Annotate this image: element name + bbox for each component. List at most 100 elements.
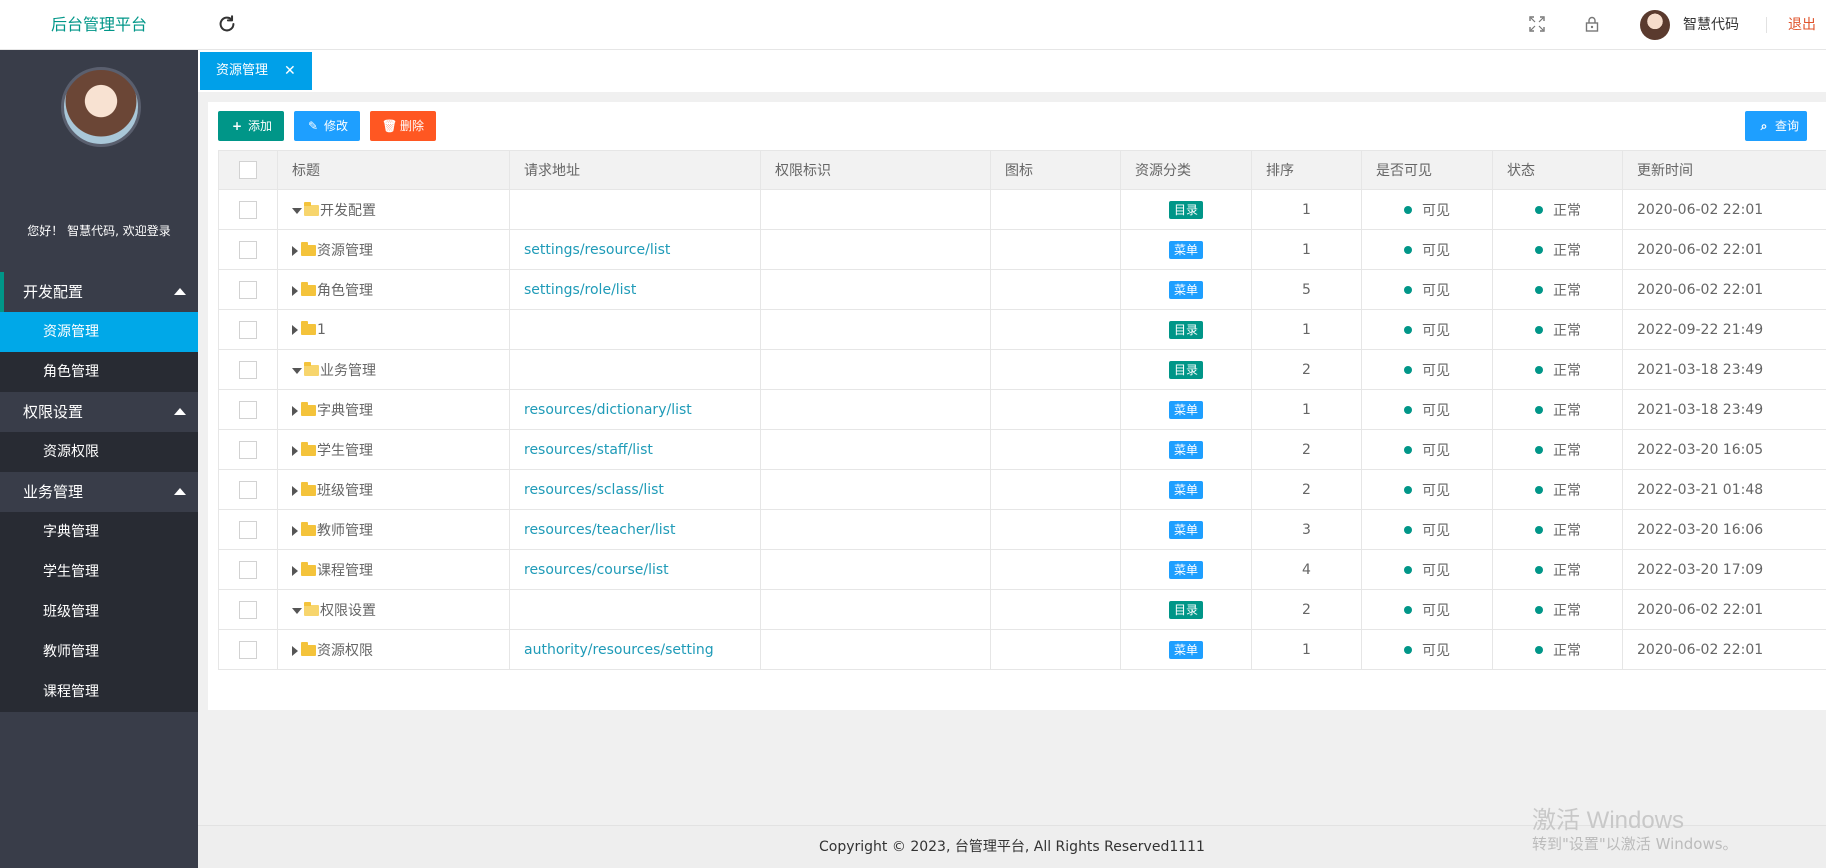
title-cell[interactable]: 角色管理 (277, 269, 510, 310)
table-row[interactable]: 权限设置 目录 2 可见 正常 2020-06-02 22:01 (218, 589, 1826, 630)
select-all-cell[interactable] (218, 150, 278, 190)
caret-down-icon[interactable] (292, 367, 302, 374)
row-checkbox[interactable] (239, 360, 257, 379)
sidebar-item-dictionary[interactable]: 字典管理 (0, 512, 198, 552)
row-select-cell[interactable] (218, 549, 278, 590)
avatar[interactable] (1640, 10, 1670, 40)
title-cell[interactable]: 业务管理 (277, 349, 510, 390)
url-link[interactable]: resources/dictionary/list (524, 402, 692, 418)
caret-right-icon[interactable] (292, 645, 298, 656)
row-checkbox[interactable] (239, 600, 257, 619)
close-icon[interactable]: ✕ (284, 52, 296, 90)
sidebar-item-courses[interactable]: 课程管理 (0, 672, 198, 712)
title-cell[interactable]: 字典管理 (277, 389, 510, 430)
row-checkbox[interactable] (239, 440, 257, 459)
table-row[interactable]: 资源权限 authority/resources/setting 菜单 1 可见 正常 20… (218, 629, 1826, 670)
sidebar: 您好！ 智慧代码, 欢迎登录 开发配置 资源管理 角色管理 权限设置 资源权限 … (0, 50, 198, 868)
sidebar-item-resource-permission[interactable]: 资源权限 (0, 432, 198, 472)
caret-right-icon[interactable] (292, 565, 298, 576)
row-select-cell[interactable] (218, 429, 278, 470)
lock-icon[interactable] (1582, 14, 1602, 34)
status-dot-icon (1535, 645, 1543, 654)
tab-resource-management[interactable]: 资源管理 ✕ (200, 52, 312, 90)
url-link[interactable]: resources/staff/list (524, 442, 653, 458)
table-row[interactable]: 资源管理 settings/resource/list 菜单 1 可见 正常 2020-06… (218, 229, 1826, 270)
url-link[interactable]: settings/role/list (524, 282, 636, 298)
add-button[interactable]: + 添加 (218, 111, 284, 141)
title-cell[interactable]: 班级管理 (277, 469, 510, 510)
table-row[interactable]: 班级管理 resources/sclass/list 菜单 2 可见 正常 2022-03-… (218, 469, 1826, 510)
row-checkbox[interactable] (239, 280, 257, 299)
caret-right-icon[interactable] (292, 285, 298, 296)
row-select-cell[interactable] (218, 189, 278, 230)
sidebar-item-teachers[interactable]: 教师管理 (0, 632, 198, 672)
row-select-cell[interactable] (218, 589, 278, 630)
menu-group-permission-settings[interactable]: 权限设置 (0, 392, 198, 432)
row-select-cell[interactable] (218, 229, 278, 270)
refresh-icon[interactable] (216, 13, 238, 35)
caret-right-icon[interactable] (292, 245, 298, 256)
sidebar-item-classes[interactable]: 班级管理 (0, 592, 198, 632)
caret-right-icon[interactable] (292, 324, 298, 335)
row-select-cell[interactable] (218, 389, 278, 430)
row-select-cell[interactable] (218, 629, 278, 670)
table-row[interactable]: 学生管理 resources/staff/list 菜单 2 可见 正常 2022-03-2… (218, 429, 1826, 470)
table-row[interactable]: 课程管理 resources/course/list 菜单 4 可见 正常 2022-03-… (218, 549, 1826, 590)
url-link[interactable]: resources/teacher/list (524, 522, 675, 538)
title-cell[interactable]: 课程管理 (277, 549, 510, 590)
select-all-checkbox[interactable] (239, 161, 257, 179)
caret-down-icon[interactable] (292, 207, 302, 214)
edit-button[interactable]: ✎ 修改 (294, 111, 360, 141)
title-cell[interactable]: 1 (277, 309, 510, 350)
url-link[interactable]: authority/resources/setting (524, 642, 714, 658)
sidebar-item-resource-management[interactable]: 资源管理 (0, 312, 198, 352)
table-row[interactable]: 1 目录 1 可见 正常 2022-09-22 21:49 (218, 309, 1826, 350)
type-cell: 目录 (1120, 589, 1252, 630)
url-link[interactable]: resources/course/list (524, 562, 669, 578)
row-checkbox[interactable] (239, 400, 257, 419)
row-checkbox[interactable] (239, 480, 257, 499)
row-select-cell[interactable] (218, 509, 278, 550)
title-cell[interactable]: 学生管理 (277, 429, 510, 470)
type-badge: 菜单 (1168, 520, 1203, 539)
title-cell[interactable]: 开发配置 (277, 189, 510, 230)
type-badge: 目录 (1168, 320, 1203, 339)
user-name[interactable]: 智慧代码 (1683, 0, 1739, 50)
title-cell[interactable]: 教师管理 (277, 509, 510, 550)
url-link[interactable]: settings/resource/list (524, 242, 670, 258)
sidebar-item-role-management[interactable]: 角色管理 (0, 352, 198, 392)
table-row[interactable]: 教师管理 resources/teacher/list 菜单 3 可见 正常 2022-03… (218, 509, 1826, 550)
title-cell[interactable]: 权限设置 (277, 589, 510, 630)
title-cell[interactable]: 资源权限 (277, 629, 510, 670)
caret-down-icon[interactable] (292, 607, 302, 614)
search-button[interactable]: ⌕ 查询 (1745, 111, 1807, 141)
row-select-cell[interactable] (218, 269, 278, 310)
caret-right-icon[interactable] (292, 405, 298, 416)
row-checkbox[interactable] (239, 240, 257, 259)
sidebar-item-students[interactable]: 学生管理 (0, 552, 198, 592)
row-select-cell[interactable] (218, 469, 278, 510)
row-checkbox[interactable] (239, 560, 257, 579)
table-row[interactable]: 角色管理 settings/role/list 菜单 5 可见 正常 2020-06-02 … (218, 269, 1826, 310)
row-select-cell[interactable] (218, 309, 278, 350)
icon-cell (990, 629, 1121, 670)
row-checkbox[interactable] (239, 200, 257, 219)
row-checkbox[interactable] (239, 520, 257, 539)
delete-button[interactable]: 🗑 删除 (370, 111, 436, 141)
row-select-cell[interactable] (218, 349, 278, 390)
table-row[interactable]: 业务管理 目录 2 可见 正常 2021-03-18 23:49 (218, 349, 1826, 390)
row-checkbox[interactable] (239, 640, 257, 659)
menu-group-business-management[interactable]: 业务管理 (0, 472, 198, 512)
url-link[interactable]: resources/sclass/list (524, 482, 664, 498)
caret-right-icon[interactable] (292, 525, 298, 536)
logout-link[interactable]: 退出 (1788, 0, 1816, 50)
app-logo[interactable]: 后台管理平台 (0, 0, 198, 50)
caret-right-icon[interactable] (292, 485, 298, 496)
fullscreen-icon[interactable] (1527, 14, 1547, 34)
title-cell[interactable]: 资源管理 (277, 229, 510, 270)
table-row[interactable]: 字典管理 resources/dictionary/list 菜单 1 可见 正常 2021… (218, 389, 1826, 430)
menu-group-dev-config[interactable]: 开发配置 (0, 272, 198, 312)
table-row[interactable]: 开发配置 目录 1 可见 正常 2020-06-02 22:01 (218, 189, 1826, 230)
caret-right-icon[interactable] (292, 445, 298, 456)
row-checkbox[interactable] (239, 320, 257, 339)
